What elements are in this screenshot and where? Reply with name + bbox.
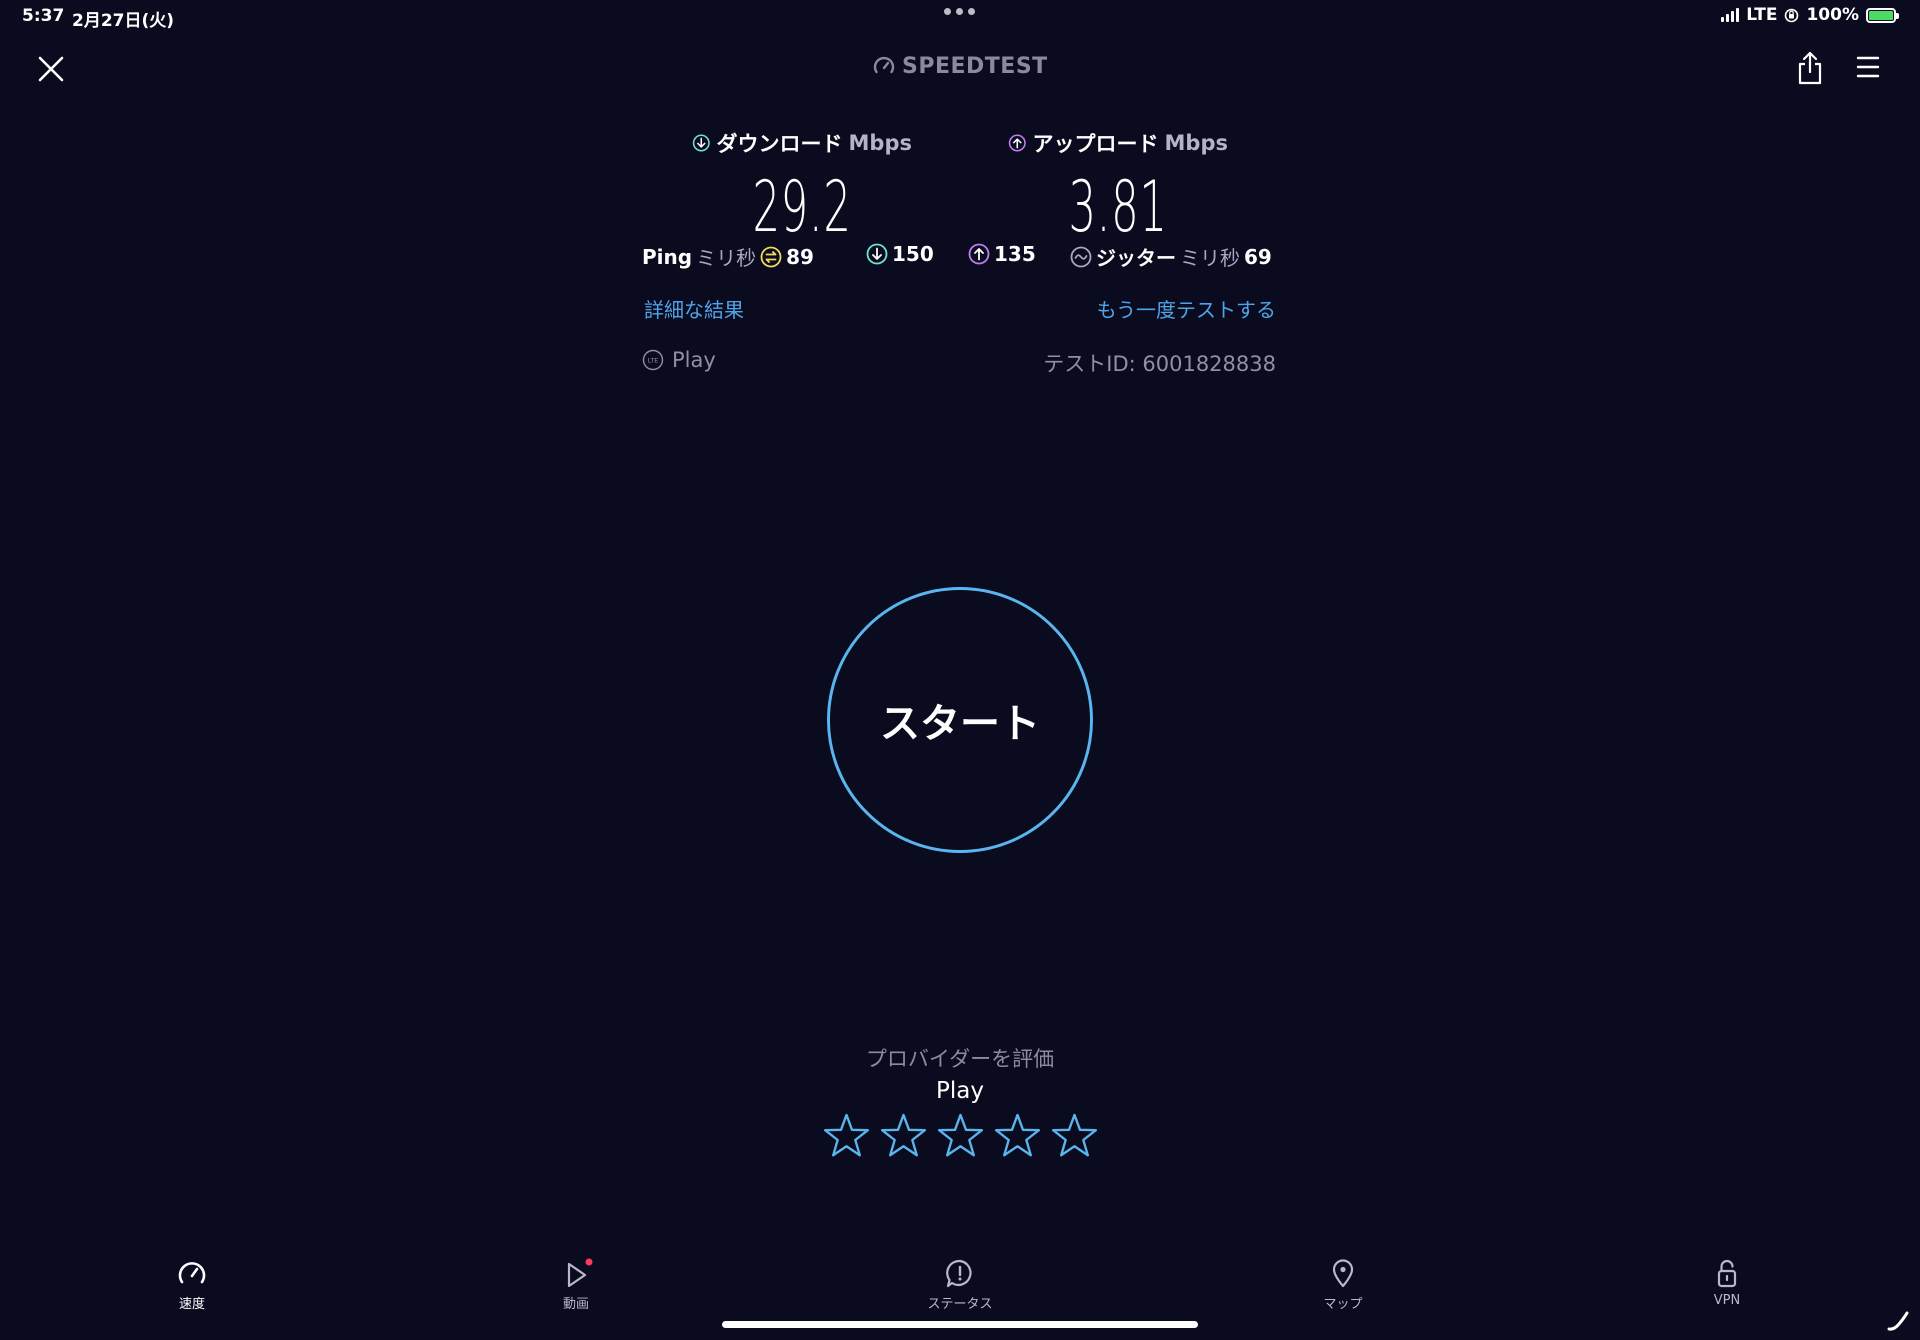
signal-icon (1721, 8, 1740, 22)
tab-map[interactable]: マップ (1283, 1258, 1403, 1312)
download-label-row: ダウンロード Mbps (692, 128, 912, 158)
tab-bar: 速度 動画 ステータス マップ VPN (0, 1258, 1920, 1318)
tab-vpn[interactable]: VPN (1667, 1258, 1787, 1308)
map-pin-icon (1332, 1259, 1354, 1288)
ping-download-icon (866, 243, 888, 265)
ping-upload-icon (968, 243, 990, 265)
star-icon[interactable] (1051, 1112, 1098, 1159)
ping-idle-value: 89 (786, 244, 814, 269)
ping-download: 150 (866, 242, 934, 266)
ping-upload: 135 (968, 242, 1036, 266)
network-type: LTE (1746, 5, 1778, 25)
test-id: テストID: 6001828838 (1043, 352, 1276, 376)
status-right: LTE 100% (1721, 5, 1899, 25)
battery-percent: 100% (1806, 5, 1859, 25)
tab-map-label: マップ (1323, 1297, 1363, 1312)
rate-provider-name: Play (936, 1078, 984, 1104)
upload-value: 3.81 (1068, 166, 1168, 248)
provider-info: LTE Play (642, 348, 716, 372)
star-icon[interactable] (880, 1112, 927, 1159)
download-value: 29.2 (752, 166, 852, 248)
pencil-scribble-icon[interactable] (1886, 1310, 1910, 1332)
download-unit: Mbps (848, 131, 912, 155)
play-icon (567, 1258, 593, 1288)
provider-name: Play (672, 348, 716, 372)
download-label: ダウンロード (716, 132, 843, 156)
battery-icon (1866, 7, 1899, 23)
upload-arrow-icon (1008, 134, 1026, 152)
tab-status[interactable]: ステータス (900, 1258, 1020, 1312)
upload-label: アップロード (1032, 132, 1159, 156)
tab-status-label: ステータス (927, 1297, 993, 1312)
jitter-icon (1070, 246, 1092, 267)
speedometer-icon (178, 1262, 206, 1284)
upload-label-row: アップロード Mbps (1008, 128, 1228, 158)
ping-unit: ミリ秒 (696, 246, 757, 270)
logo-text: SPEEDTEST (902, 54, 1048, 79)
ping-idle-icon (760, 246, 782, 267)
star-icon[interactable] (994, 1112, 1041, 1159)
notification-dot (585, 1258, 593, 1266)
close-icon[interactable] (32, 50, 70, 88)
multitasking-dots-icon[interactable] (944, 8, 975, 15)
menu-icon[interactable] (1856, 54, 1880, 80)
star-icon[interactable] (823, 1112, 870, 1159)
ping-row: Ping ミリ秒 89 150 135 ジッター ミリ秒 69 (642, 242, 1278, 270)
ping-label: Ping (642, 244, 693, 269)
download-arrow-icon (692, 134, 710, 152)
tab-speed-label: 速度 (178, 1297, 205, 1312)
star-icon[interactable] (937, 1112, 984, 1159)
download-metric: ダウンロード Mbps 29.2 (692, 128, 912, 242)
jitter-unit: ミリ秒 (1180, 246, 1240, 270)
share-icon[interactable] (1795, 50, 1825, 86)
status-time: 5:37 (22, 6, 65, 26)
lock-icon (1717, 1259, 1737, 1288)
jitter-label: ジッター (1096, 246, 1176, 270)
upload-unit: Mbps (1164, 131, 1228, 155)
jitter-value: 69 (1244, 244, 1272, 269)
detailed-results-link[interactable]: 詳細な結果 (644, 294, 744, 323)
retest-link[interactable]: もう一度テストする (1097, 294, 1276, 323)
alert-bubble-icon (946, 1259, 972, 1288)
speedtest-logo: SPEEDTEST (872, 54, 1048, 79)
status-bar: 5:37 2月27日(火) LTE 100% (0, 0, 1920, 34)
status-date: 2月27日(火) (72, 11, 175, 31)
star-rating (823, 1112, 1098, 1159)
ping-idle: Ping ミリ秒 89 (642, 242, 814, 271)
ping-download-value: 150 (892, 242, 934, 266)
tab-video[interactable]: 動画 (516, 1258, 636, 1312)
orientation-lock-icon (1785, 8, 1799, 22)
upload-metric: アップロード Mbps 3.81 (1008, 128, 1228, 242)
tab-vpn-label: VPN (1713, 1293, 1741, 1308)
lte-icon: LTE (642, 349, 664, 371)
start-button[interactable]: スタート (827, 587, 1093, 853)
gauge-icon (873, 56, 895, 73)
home-indicator[interactable] (722, 1321, 1198, 1328)
svg-text:LTE: LTE (648, 357, 659, 365)
rate-provider-title: プロバイダーを評価 (865, 1047, 1055, 1071)
tab-speed[interactable]: 速度 (132, 1258, 252, 1312)
tab-video-label: 動画 (562, 1297, 589, 1312)
jitter: ジッター ミリ秒 69 (1070, 242, 1272, 271)
ping-upload-value: 135 (994, 242, 1036, 266)
